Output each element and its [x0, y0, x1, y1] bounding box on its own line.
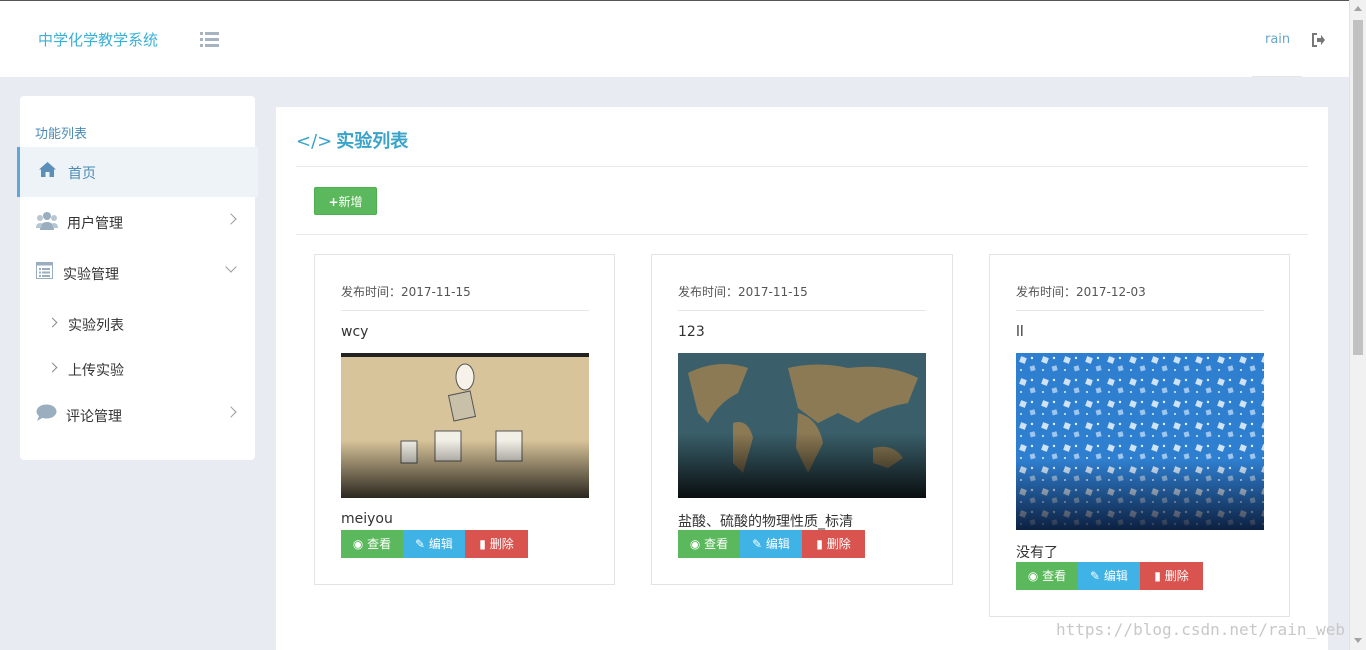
experiment-card: 发布时间：2017-12-03 ll 没有了 ◉ 查看 ✎ 编辑 ▮ 删除 [989, 254, 1290, 617]
divider [341, 310, 589, 311]
add-button[interactable]: +新增 [314, 187, 377, 215]
publish-date: 发布时间：2017-11-15 [341, 285, 471, 299]
sidebar-item-comments[interactable]: 评论管理 [20, 390, 255, 440]
chevron-right-icon [47, 362, 58, 373]
sidebar-item-users[interactable]: 用户管理 [20, 197, 255, 247]
divider [678, 310, 926, 311]
sidebar-item-home[interactable]: 首页 [17, 147, 258, 197]
trash-icon: ▮ [479, 537, 490, 551]
card-title: 123 [678, 324, 705, 340]
eye-icon: ◉ [1027, 569, 1043, 583]
edit-icon: ✎ [752, 537, 766, 551]
scroll-up-icon[interactable] [1354, 6, 1362, 11]
card-actions: ◉ 查看 ✎ 编辑 ▮ 删除 [341, 530, 528, 558]
list-icon [36, 262, 53, 279]
top-bar: 中学化学教学系统 rain [0, 0, 1350, 77]
watermark: https://blog.csdn.net/rain_web [1056, 620, 1345, 639]
brand-title[interactable]: 中学化学教学系统 [38, 29, 158, 50]
edit-button[interactable]: ✎ 编辑 [1078, 562, 1140, 590]
sidebar-item-label: 评论管理 [66, 409, 122, 425]
divider [296, 234, 1308, 235]
edit-button[interactable]: ✎ 编辑 [740, 530, 802, 558]
username-link[interactable]: rain [1265, 32, 1290, 47]
edit-icon: ✎ [1090, 569, 1104, 583]
delete-button[interactable]: ▮ 删除 [465, 530, 528, 558]
experiment-thumbnail[interactable] [1016, 353, 1264, 530]
card-description: 没有了 [1016, 545, 1058, 561]
divider [296, 166, 1308, 167]
sidebar-subitem-label: 实验列表 [68, 318, 124, 334]
sidebar-item-label: 用户管理 [67, 216, 123, 232]
menu-toggle-icon[interactable] [200, 32, 219, 47]
delete-button[interactable]: ▮ 删除 [1140, 562, 1203, 590]
experiment-thumbnail[interactable] [678, 353, 926, 498]
sidebar-subitem-label: 上传实验 [68, 363, 124, 379]
card-description: 盐酸、硫酸的物理性质_标清 [678, 514, 853, 530]
publish-date: 发布时间：2017-11-15 [678, 285, 808, 299]
eye-icon: ◉ [352, 537, 368, 551]
plus-icon: + [328, 195, 339, 209]
sidebar-item-label: 首页 [68, 166, 96, 182]
page-scrollbar[interactable] [1349, 0, 1366, 650]
sidebar-item-experiments[interactable]: 实验管理 [20, 248, 255, 298]
code-icon: </> [296, 131, 333, 152]
divider [1016, 310, 1264, 311]
header-underline [1252, 76, 1302, 77]
experiment-thumbnail[interactable] [341, 353, 589, 498]
card-actions: ◉ 查看 ✎ 编辑 ▮ 删除 [678, 530, 865, 558]
page-title: </> 实验列表 [296, 131, 409, 152]
view-button[interactable]: ◉ 查看 [678, 530, 740, 558]
view-button[interactable]: ◉ 查看 [1016, 562, 1078, 590]
scroll-thumb[interactable] [1353, 20, 1363, 355]
delete-button[interactable]: ▮ 删除 [802, 530, 865, 558]
chevron-right-icon [225, 406, 237, 418]
sidebar-subitem-upload-experiment[interactable]: 上传实验 [20, 347, 255, 387]
chevron-right-icon [225, 213, 237, 225]
card-actions: ◉ 查看 ✎ 编辑 ▮ 删除 [1016, 562, 1203, 590]
card-title: wcy [341, 324, 369, 340]
experiment-card: 发布时间：2017-11-15 wcy meiyou ◉ 查看 ✎ 编辑 ▮ 删… [314, 254, 615, 585]
chevron-down-icon [225, 261, 237, 273]
view-button[interactable]: ◉ 查看 [341, 530, 403, 558]
comment-icon [36, 404, 57, 421]
sidebar-title: 功能列表 [35, 127, 88, 142]
chevron-right-icon [47, 317, 58, 328]
card-title: ll [1016, 324, 1024, 340]
sign-out-icon[interactable] [1312, 33, 1326, 47]
sidebar-subitem-experiment-list[interactable]: 实验列表 [20, 302, 255, 342]
main-panel: </> 实验列表 +新增 发布时间：2017-11-15 wcy meiyou … [276, 107, 1328, 650]
scroll-down-icon[interactable] [1354, 638, 1362, 643]
users-icon [36, 212, 58, 230]
experiment-card: 发布时间：2017-11-15 123 盐酸、硫酸的物理性质_标清 ◉ 查看 ✎… [651, 254, 953, 585]
sidebar: 功能列表 首页 用户管理 实验管理 实验列表 上传实验 评论管理 [17, 96, 258, 460]
card-description: meiyou [341, 511, 393, 527]
edit-icon: ✎ [415, 537, 429, 551]
home-icon [39, 162, 56, 177]
eye-icon: ◉ [689, 537, 705, 551]
publish-date: 发布时间：2017-12-03 [1016, 285, 1146, 299]
edit-button[interactable]: ✎ 编辑 [403, 530, 465, 558]
sidebar-item-label: 实验管理 [63, 267, 119, 283]
trash-icon: ▮ [1154, 569, 1165, 583]
trash-icon: ▮ [816, 537, 827, 551]
